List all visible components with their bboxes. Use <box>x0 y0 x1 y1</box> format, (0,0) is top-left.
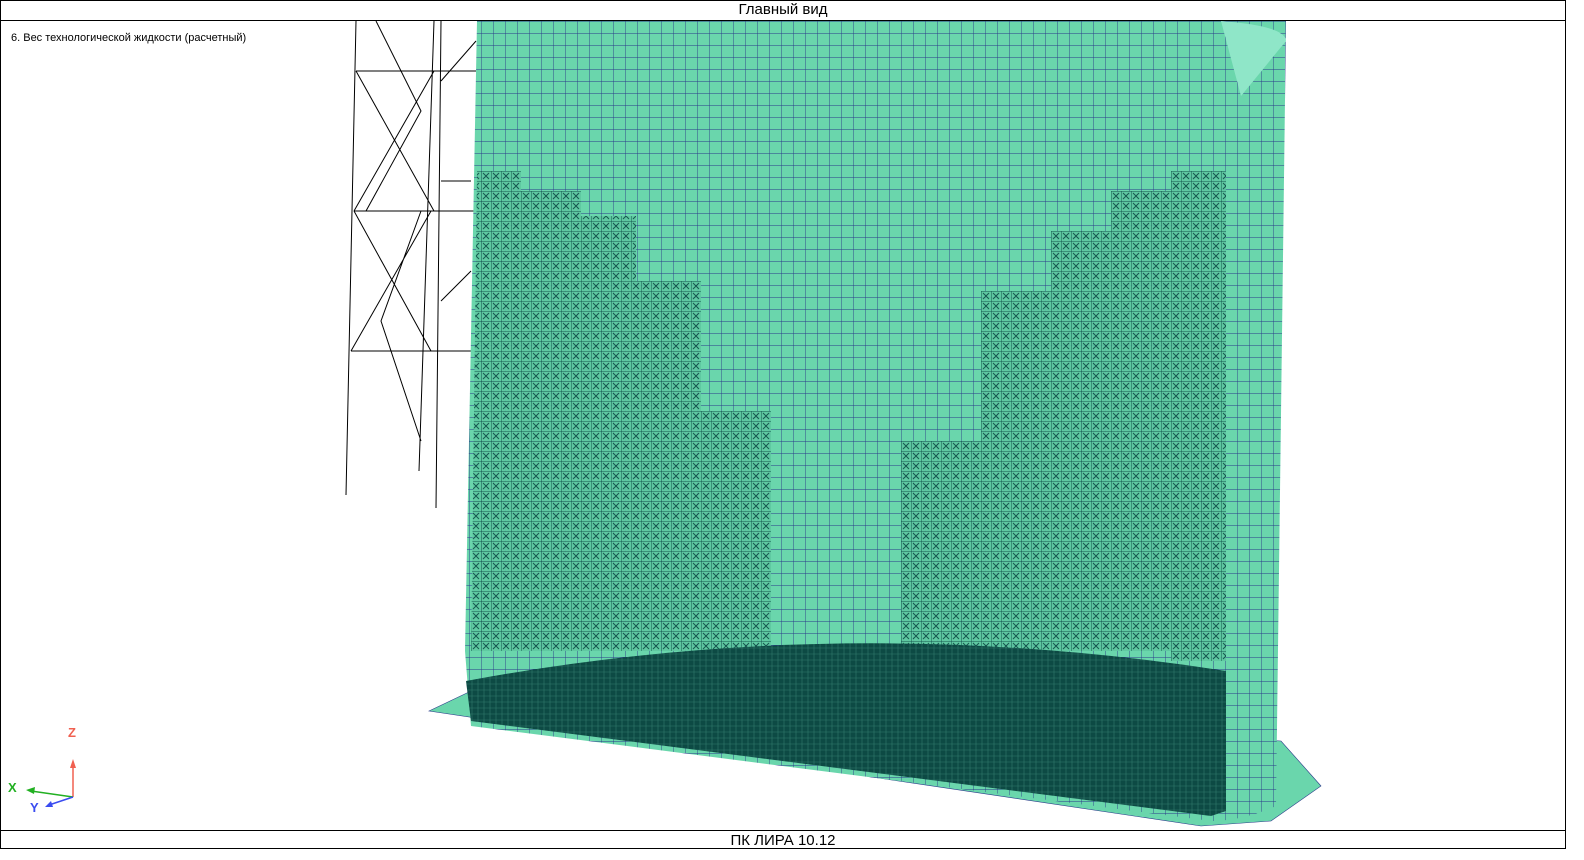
tower-truss <box>345 21 477 509</box>
axis-x-label: X <box>8 780 17 795</box>
status-footer: ПК ЛИРА 10.12 <box>0 830 1566 850</box>
axis-z-label: Z <box>68 725 76 740</box>
tank-bottom-loads <box>466 643 1226 816</box>
load-case-label: 6. Вес технологической жидкости (расчетн… <box>11 32 247 44</box>
axis-y-label: Y <box>30 800 39 815</box>
model-view-canvas[interactable] <box>1 21 1565 829</box>
window-title: Главный вид <box>0 0 1566 21</box>
